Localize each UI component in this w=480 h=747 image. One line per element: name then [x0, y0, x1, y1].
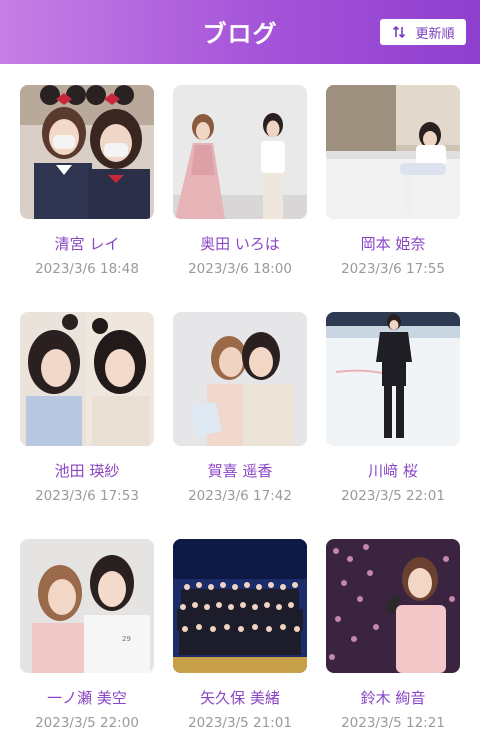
- sort-arrows-icon: [391, 24, 407, 40]
- author-name: 池田 瑛紗: [54, 462, 120, 480]
- post-date: 2023/3/6 18:00: [188, 261, 292, 277]
- blog-card[interactable]: 池田 瑛紗 2023/3/6 17:53: [20, 312, 154, 504]
- post-date: 2023/3/6 17:53: [35, 488, 139, 504]
- app-header: ブログ 更新順: [0, 0, 480, 64]
- post-date: 2023/3/6 18:48: [35, 261, 139, 277]
- blog-card[interactable]: 矢久保 美緒 2023/3/5 21:01: [173, 539, 307, 731]
- blog-thumbnail[interactable]: [326, 85, 460, 219]
- author-name: 清宮 レイ: [54, 235, 120, 253]
- blog-thumbnail[interactable]: [173, 312, 307, 446]
- blog-card[interactable]: 29 一ノ瀬 美空 2023/3/5 22:00: [20, 539, 154, 731]
- post-date: 2023/3/5 22:00: [35, 715, 139, 731]
- blog-thumbnail[interactable]: [173, 539, 307, 673]
- post-date: 2023/3/5 22:01: [341, 488, 445, 504]
- blog-thumbnail[interactable]: [20, 312, 154, 446]
- blog-thumbnail[interactable]: [326, 312, 460, 446]
- author-name: 矢久保 美緒: [200, 689, 280, 707]
- post-date: 2023/3/5 21:01: [188, 715, 292, 731]
- sort-label: 更新順: [415, 26, 455, 42]
- blog-thumbnail[interactable]: [173, 85, 307, 219]
- blog-thumbnail[interactable]: [20, 85, 154, 219]
- blog-thumbnail[interactable]: [326, 539, 460, 673]
- author-name: 鈴木 絢音: [360, 689, 426, 707]
- sort-button[interactable]: 更新順: [380, 19, 466, 45]
- blog-card[interactable]: 鈴木 絢音 2023/3/5 12:21: [326, 539, 460, 731]
- blog-thumbnail[interactable]: 29: [20, 539, 154, 673]
- post-date: 2023/3/6 17:42: [188, 488, 292, 504]
- author-name: 一ノ瀬 美空: [47, 689, 127, 707]
- blog-card[interactable]: 岡本 姫奈 2023/3/6 17:55: [326, 85, 460, 277]
- post-date: 2023/3/5 12:21: [341, 715, 445, 731]
- svg-text:29: 29: [122, 635, 131, 643]
- author-name: 岡本 姫奈: [360, 235, 426, 253]
- blog-card[interactable]: 清宮 レイ 2023/3/6 18:48: [20, 85, 154, 277]
- blog-card[interactable]: 賀喜 遥香 2023/3/6 17:42: [173, 312, 307, 504]
- blog-card[interactable]: 奥田 いろは 2023/3/6 18:00: [173, 85, 307, 277]
- post-date: 2023/3/6 17:55: [341, 261, 445, 277]
- author-name: 賀喜 遥香: [207, 462, 273, 480]
- blog-card[interactable]: 川﨑 桜 2023/3/5 22:01: [326, 312, 460, 504]
- author-name: 川﨑 桜: [368, 462, 418, 480]
- author-name: 奥田 いろは: [200, 235, 280, 253]
